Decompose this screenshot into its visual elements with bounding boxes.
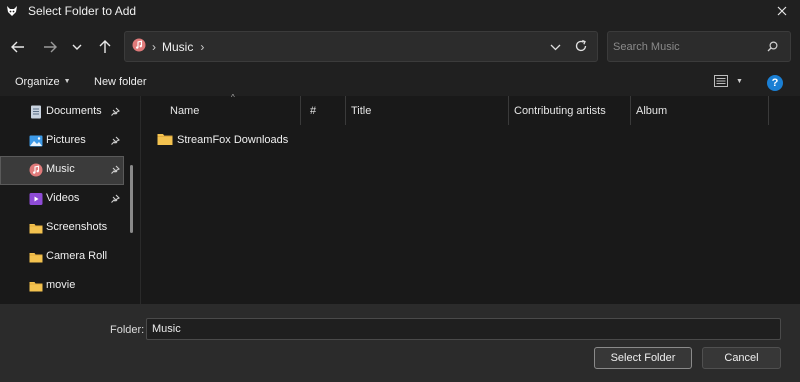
sidebar-item-label: Pictures: [46, 134, 86, 146]
change-view-button[interactable]: ▼: [714, 75, 743, 87]
navigation-bar: › Music ›: [0, 22, 800, 72]
refresh-icon: [575, 39, 587, 52]
sort-ascending-icon: ^: [231, 93, 235, 102]
pin-icon: [110, 164, 120, 178]
sidebar-scrollbar[interactable]: [130, 165, 133, 233]
sidebar-item-label: Music: [46, 163, 75, 175]
app-logo-icon: [6, 5, 18, 17]
search-box[interactable]: [607, 31, 791, 62]
folder-name-field[interactable]: [146, 318, 781, 340]
folder-icon: [29, 279, 43, 293]
column-header-label: Album: [636, 104, 668, 117]
sidebar-item-music[interactable]: Music: [0, 156, 124, 185]
chevron-down-icon: [550, 44, 561, 51]
pin-icon: [110, 193, 120, 207]
search-icon[interactable]: [767, 41, 778, 55]
videos-icon: [29, 192, 43, 206]
folder-icon: [157, 132, 173, 149]
breadcrumb-separator: ›: [152, 39, 156, 54]
sidebar-item-documents[interactable]: Documents: [0, 98, 124, 127]
cancel-label: Cancel: [724, 352, 759, 364]
cancel-button[interactable]: Cancel: [702, 347, 781, 369]
details-view-icon: [714, 75, 728, 87]
pictures-icon: [29, 134, 43, 148]
select-folder-button[interactable]: Select Folder: [594, 347, 692, 369]
column-header-number[interactable]: #: [301, 96, 346, 125]
dialog-footer: Folder: Select Folder Cancel: [0, 304, 800, 382]
column-header-album[interactable]: Album: [631, 96, 769, 125]
sidebar-item-pictures[interactable]: Pictures: [0, 127, 124, 156]
column-header-contributing-artists[interactable]: Contributing artists: [509, 96, 631, 125]
arrow-right-icon: [44, 41, 57, 53]
refresh-button[interactable]: [574, 39, 588, 56]
sidebar-item-videos[interactable]: Videos: [0, 185, 124, 214]
command-bar: Organize ▼ New folder ▼ ?: [0, 72, 800, 96]
sidebar-item-label: Videos: [46, 192, 80, 204]
up-button[interactable]: [94, 37, 116, 57]
sidebar-item-camera-roll[interactable]: Camera Roll: [0, 243, 124, 272]
arrow-up-icon: [99, 40, 111, 53]
sidebar-item-movie[interactable]: movie: [0, 272, 124, 301]
address-bar[interactable]: › Music ›: [124, 31, 598, 62]
select-folder-label: Select Folder: [610, 352, 676, 364]
dropdown-caret-icon: ▼: [736, 77, 743, 85]
folder-icon: [29, 250, 43, 264]
window-title: Select Folder to Add: [28, 4, 137, 18]
column-header-title[interactable]: Title: [346, 96, 509, 125]
organize-button[interactable]: Organize ▼: [15, 76, 71, 88]
dropdown-caret-icon: ▼: [63, 78, 71, 85]
recent-locations-button[interactable]: [66, 37, 88, 57]
column-header-label: Title: [351, 104, 372, 117]
breadcrumb-chevron[interactable]: ›: [200, 40, 204, 54]
file-list: ^ Name # Title Contributing artists Albu…: [141, 93, 800, 304]
navigation-pane: Documents Pictures Music Videos Screensh…: [0, 96, 140, 304]
address-dropdown-button[interactable]: [550, 40, 561, 54]
pin-icon: [110, 135, 120, 149]
sidebar-item-label: Camera Roll: [46, 250, 108, 262]
new-folder-button[interactable]: New folder: [94, 76, 147, 88]
organize-label: Organize: [15, 76, 60, 88]
folder-field-label: Folder:: [110, 324, 145, 336]
new-folder-label: New folder: [94, 76, 147, 88]
help-button[interactable]: ?: [767, 75, 783, 91]
back-button[interactable]: [7, 37, 29, 57]
arrow-left-icon: [11, 41, 24, 53]
list-item[interactable]: StreamFox Downloads: [157, 132, 288, 148]
help-icon: ?: [771, 77, 779, 89]
folder-icon: [29, 221, 43, 235]
music-icon: [132, 38, 146, 55]
column-header-label: Name: [170, 104, 200, 117]
sidebar-item-screenshots[interactable]: Screenshots: [0, 214, 124, 243]
sidebar-item-label: movie: [46, 279, 76, 291]
search-input[interactable]: [613, 38, 763, 56]
breadcrumb-music[interactable]: Music: [162, 40, 193, 54]
pin-icon: [110, 106, 120, 120]
close-icon: [777, 6, 787, 16]
file-name: StreamFox Downloads: [177, 134, 289, 146]
documents-icon: [29, 105, 43, 119]
sidebar-item-label: Documents: [46, 105, 102, 117]
chevron-down-icon: [72, 44, 82, 50]
music-icon: [29, 163, 43, 177]
sidebar-item-label: Screenshots: [46, 221, 108, 233]
title-bar: Select Folder to Add: [0, 0, 800, 22]
close-button[interactable]: [764, 0, 800, 22]
column-header-name[interactable]: ^ Name: [141, 93, 301, 125]
forward-button[interactable]: [39, 37, 61, 57]
column-header-label: #: [310, 104, 317, 117]
column-header-label: Contributing artists: [514, 104, 606, 117]
